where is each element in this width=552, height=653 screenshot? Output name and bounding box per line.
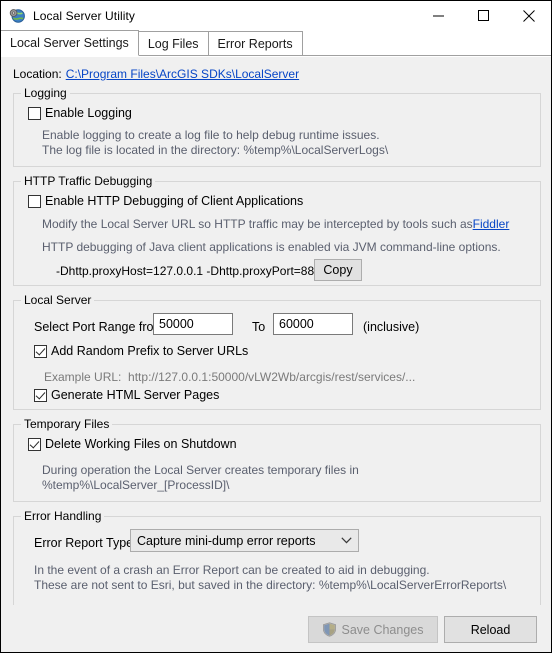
app-window: Local Server Utility Local Server Settin… — [0, 0, 552, 653]
window-controls — [416, 1, 551, 30]
temporary-files-hint-line-1: During operation the Local Server create… — [42, 463, 359, 477]
close-button[interactable] — [506, 1, 551, 30]
maximize-button[interactable] — [461, 1, 506, 30]
generate-html-label: Generate HTML Server Pages — [51, 388, 220, 402]
logging-group: Logging Enable Logging Enable logging to… — [13, 86, 541, 167]
temporary-files-group-title: Temporary Files — [21, 417, 113, 431]
port-to-input[interactable] — [273, 313, 353, 335]
error-handling-group: Error Handling Error Report Type: Captur… — [13, 509, 541, 607]
port-from-input[interactable] — [153, 313, 233, 335]
error-handling-hint-line-1: In the event of a crash an Error Report … — [34, 563, 430, 577]
enable-logging-checkbox-row[interactable]: Enable Logging — [28, 106, 132, 120]
temporary-files-group: Temporary Files Delete Working Files on … — [13, 417, 541, 502]
http-debugging-group-title: HTTP Traffic Debugging — [21, 174, 156, 188]
uac-shield-icon — [322, 622, 337, 637]
tab-strip: Local Server Settings Log Files Error Re… — [1, 30, 551, 56]
copy-button-label: Copy — [323, 263, 353, 277]
error-handling-group-title: Error Handling — [21, 509, 105, 523]
local-server-group-title: Local Server — [21, 293, 95, 307]
tab-log-files[interactable]: Log Files — [137, 31, 209, 56]
location-path-link[interactable]: C:\Program Files\ArcGIS SDKs\LocalServer — [66, 67, 299, 81]
random-prefix-checkbox-row[interactable]: Add Random Prefix to Server URLs — [34, 344, 248, 358]
generate-html-checkbox-row[interactable]: Generate HTML Server Pages — [34, 388, 219, 402]
tab-local-server-settings[interactable]: Local Server Settings — [1, 30, 139, 56]
footer-bar: Save Changes Reload — [1, 605, 551, 652]
error-report-type-label: Error Report Type: — [34, 536, 137, 550]
chevron-down-icon — [334, 537, 358, 544]
local-server-group: Local Server Select Port Range from To (… — [13, 293, 541, 410]
example-url-row: Example URL: http://127.0.0.1:50000/vLW2… — [44, 370, 415, 385]
save-changes-label: Save Changes — [341, 622, 424, 637]
example-url-value: http://127.0.0.1:50000/vLW2Wb/arcgis/res… — [128, 370, 416, 384]
delete-working-files-checkbox[interactable] — [28, 437, 41, 451]
tab-label: Log Files — [147, 36, 199, 51]
enable-logging-checkbox[interactable] — [28, 106, 41, 120]
delete-working-files-label: Delete Working Files on Shutdown — [45, 437, 237, 451]
enable-logging-label: Enable Logging — [45, 106, 132, 120]
reload-label: Reload — [470, 622, 511, 637]
tab-error-reports[interactable]: Error Reports — [207, 31, 303, 56]
fiddler-link[interactable]: Fiddler — [473, 217, 510, 231]
http-debugging-hint-line-1: Modify the Local Server URL so HTTP traf… — [42, 217, 509, 232]
port-inclusive-label: (inclusive) — [363, 320, 420, 334]
title-bar: Local Server Utility — [1, 1, 551, 30]
error-report-type-value: Capture mini-dump error reports — [137, 533, 316, 548]
error-report-type-dropdown[interactable]: Capture mini-dump error reports — [130, 529, 359, 552]
copy-button[interactable]: Copy — [314, 259, 362, 281]
reload-button[interactable]: Reload — [444, 616, 537, 643]
temporary-files-hint-line-2: %temp%\LocalServer_[ProcessID]\ — [42, 478, 230, 492]
port-to-label: To — [252, 320, 266, 334]
tab-label: Error Reports — [217, 36, 293, 51]
port-range-label: Select Port Range from — [34, 320, 164, 334]
globe-gear-icon — [9, 8, 25, 24]
error-handling-hint-line-2: These are not sent to Esri, but saved in… — [34, 578, 507, 592]
http-debugging-group: HTTP Traffic Debugging Enable HTTP Debug… — [13, 174, 541, 286]
logging-group-title: Logging — [21, 86, 70, 100]
location-row: Location: C:\Program Files\ArcGIS SDKs\Lo… — [13, 67, 299, 81]
http-debugging-hint-text: Modify the Local Server URL so HTTP traf… — [42, 217, 473, 231]
minimize-button[interactable] — [416, 1, 461, 30]
enable-http-debugging-checkbox[interactable] — [28, 194, 41, 208]
settings-panel: Location: C:\Program Files\ArcGIS SDKs\Lo… — [1, 56, 551, 607]
generate-html-checkbox[interactable] — [34, 388, 47, 402]
logging-hint-line-2: The log file is located in the directory… — [42, 143, 389, 157]
delete-working-files-checkbox-row[interactable]: Delete Working Files on Shutdown — [28, 437, 237, 451]
tab-label: Local Server Settings — [10, 36, 129, 50]
enable-http-debugging-label: Enable HTTP Debugging of Client Applicat… — [45, 194, 304, 208]
random-prefix-checkbox[interactable] — [34, 344, 47, 358]
location-label: Location: — [13, 67, 62, 81]
enable-http-debugging-checkbox-row[interactable]: Enable HTTP Debugging of Client Applicat… — [28, 194, 303, 208]
save-changes-button[interactable]: Save Changes — [308, 616, 438, 643]
window-title: Local Server Utility — [33, 8, 136, 23]
http-debugging-hint-line-2: HTTP debugging of Java client applicatio… — [42, 240, 501, 254]
jvm-options-text: -Dhttp.proxyHost=127.0.0.1 -Dhttp.proxyP… — [56, 264, 328, 278]
logging-hint-line-1: Enable logging to create a log file to h… — [42, 128, 380, 142]
random-prefix-label: Add Random Prefix to Server URLs — [51, 344, 249, 358]
example-url-label: Example URL: — [44, 370, 122, 384]
